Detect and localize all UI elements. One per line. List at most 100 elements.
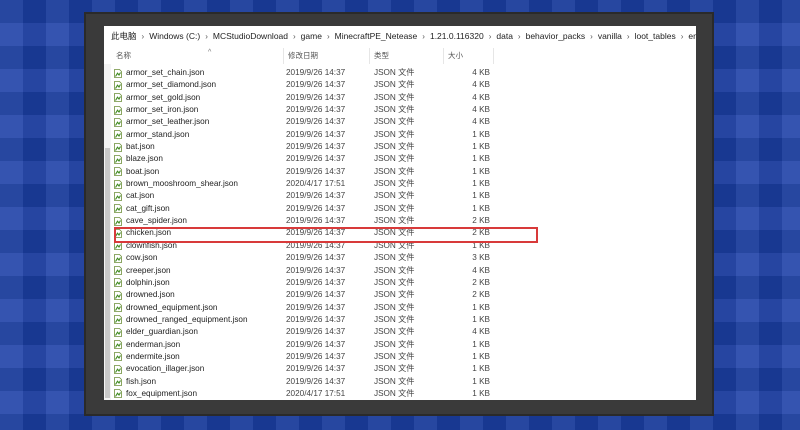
column-header-name[interactable]: 名称 ^ bbox=[112, 48, 284, 64]
file-type: JSON 文件 bbox=[374, 253, 415, 263]
file-type: JSON 文件 bbox=[374, 277, 415, 287]
json-file-icon bbox=[114, 155, 122, 164]
file-type: JSON 文件 bbox=[374, 117, 415, 127]
file-row[interactable]: armor_set_leather.json 2019/9/26 14:37 JSO… bbox=[112, 116, 696, 128]
file-row[interactable]: armor_stand.json 2019/9/26 14:37 JSON 文件 1 … bbox=[112, 129, 696, 141]
file-date: 2019/9/26 14:37 bbox=[286, 105, 346, 115]
file-row[interactable]: armor_set_gold.json 2019/9/26 14:37 JSON 文… bbox=[112, 92, 696, 104]
file-size: 1 KB bbox=[472, 191, 490, 201]
column-header-type[interactable]: 类型 bbox=[370, 48, 444, 64]
file-row[interactable]: armor_set_chain.json 2019/9/26 14:37 JSON … bbox=[112, 67, 696, 79]
chevron-right-icon[interactable]: › bbox=[677, 32, 688, 41]
breadcrumb-item[interactable]: Windows (C:) bbox=[148, 31, 201, 41]
json-file-icon bbox=[114, 179, 122, 189]
file-type: JSON 文件 bbox=[374, 154, 415, 164]
file-name: drowned.json bbox=[126, 290, 175, 300]
file-row[interactable]: blaze.json 2019/9/26 14:37 JSON 文件 1 KB bbox=[112, 153, 696, 165]
file-name: brown_mooshroom_shear.json bbox=[126, 179, 238, 189]
file-name: cat_gift.json bbox=[126, 203, 170, 213]
file-name: armor_set_chain.json bbox=[126, 68, 205, 77]
file-date: 2019/9/26 14:37 bbox=[286, 68, 346, 77]
breadcrumb-item[interactable]: MinecraftPE_Netease bbox=[334, 31, 419, 41]
column-header-date[interactable]: 修改日期 bbox=[284, 48, 370, 64]
file-name: evocation_illager.json bbox=[126, 364, 205, 374]
scrollbar-thumb[interactable] bbox=[105, 148, 110, 398]
file-row[interactable]: boat.json 2019/9/26 14:37 JSON 文件 1 KB bbox=[112, 166, 696, 178]
sort-up-icon: ^ bbox=[208, 49, 212, 56]
file-row[interactable]: bat.json 2019/9/26 14:37 JSON 文件 1 KB bbox=[112, 141, 696, 153]
chevron-right-icon[interactable]: › bbox=[289, 32, 300, 41]
chevron-right-icon[interactable]: › bbox=[586, 32, 597, 41]
breadcrumb-item[interactable]: game bbox=[300, 31, 323, 41]
address-breadcrumb[interactable]: 此电脑 › Windows (C:) › MCStudioDownload › game › M… bbox=[104, 26, 696, 46]
json-file-icon bbox=[114, 216, 122, 226]
file-type: JSON 文件 bbox=[374, 92, 415, 102]
chevron-right-icon[interactable]: › bbox=[623, 32, 634, 41]
file-type: JSON 文件 bbox=[374, 142, 415, 152]
json-file-icon bbox=[114, 352, 122, 362]
breadcrumb-item[interactable]: data bbox=[495, 31, 514, 41]
file-row[interactable]: cat.json 2019/9/26 14:37 JSON 文件 1 KB bbox=[112, 190, 696, 202]
file-row[interactable]: armor_set_iron.json 2019/9/26 14:37 JSON 文… bbox=[112, 104, 696, 116]
file-row[interactable]: drowned_ranged_equipment.json 2019/9/26 1… bbox=[112, 314, 696, 326]
json-file-icon bbox=[114, 303, 122, 312]
file-row[interactable]: cow.json 2019/9/26 14:37 JSON 文件 3 KB bbox=[112, 252, 696, 264]
file-row[interactable]: elder_guardian.json 2019/9/26 14:37 JSON 文… bbox=[112, 326, 696, 338]
chevron-right-icon[interactable]: › bbox=[201, 32, 212, 41]
file-type: JSON 文件 bbox=[374, 302, 415, 312]
file-name: bat.json bbox=[126, 142, 155, 152]
json-file-icon bbox=[114, 377, 122, 386]
file-row[interactable]: fox_equipment.json 2020/4/17 17:51 JSON 文件… bbox=[112, 388, 696, 400]
breadcrumb-item[interactable]: MCStudioDownload bbox=[212, 31, 289, 41]
file-size: 1 KB bbox=[472, 339, 490, 349]
file-name: cave_spider.json bbox=[126, 216, 187, 226]
file-row[interactable]: evocation_illager.json 2019/9/26 14:37 JSO… bbox=[112, 363, 696, 375]
file-name: fish.json bbox=[126, 376, 157, 386]
file-row[interactable]: armor_set_diamond.json 2019/9/26 14:37 JSO… bbox=[112, 79, 696, 91]
file-size: 1 KB bbox=[472, 351, 490, 361]
file-date: 2019/9/26 14:37 bbox=[286, 191, 346, 201]
breadcrumb-item[interactable]: vanilla bbox=[597, 31, 623, 41]
file-row[interactable]: enderman.json 2019/9/26 14:37 JSON 文件 1 KB bbox=[112, 339, 696, 351]
json-file-icon bbox=[114, 266, 122, 275]
column-header-size-label: 大小 bbox=[448, 51, 463, 60]
file-name: dolphin.json bbox=[126, 277, 170, 287]
file-row[interactable]: fish.json 2019/9/26 14:37 JSON 文件 1 KB bbox=[112, 376, 696, 388]
chevron-right-icon[interactable]: › bbox=[418, 32, 429, 41]
file-row[interactable]: cat_gift.json 2019/9/26 14:37 JSON 文件 1 KB bbox=[112, 203, 696, 215]
file-type: JSON 文件 bbox=[374, 191, 415, 201]
file-name: drowned_ranged_equipment.json bbox=[126, 314, 248, 324]
file-size: 1 KB bbox=[472, 129, 490, 139]
chevron-right-icon[interactable]: › bbox=[485, 32, 496, 41]
chevron-right-icon[interactable]: › bbox=[323, 32, 334, 41]
file-type: JSON 文件 bbox=[374, 327, 415, 337]
file-row[interactable]: creeper.json 2019/9/26 14:37 JSON 文件 4 KB bbox=[112, 265, 696, 277]
json-file-icon bbox=[114, 253, 122, 263]
column-header-name-label: 名称 bbox=[116, 51, 131, 60]
breadcrumb-item[interactable]: behavior_packs bbox=[525, 31, 587, 41]
file-size: 4 KB bbox=[472, 80, 490, 90]
file-row[interactable]: drowned.json 2019/9/26 14:37 JSON 文件 2 KB bbox=[112, 289, 696, 301]
file-size: 1 KB bbox=[472, 166, 490, 176]
file-explorer-window: 此电脑 › Windows (C:) › MCStudioDownload › game › M… bbox=[104, 26, 696, 400]
file-size: 1 KB bbox=[472, 179, 490, 189]
file-date: 2019/9/26 14:37 bbox=[286, 80, 346, 90]
column-header-size[interactable]: 大小 bbox=[444, 48, 494, 64]
file-row[interactable]: endermite.json 2019/9/26 14:37 JSON 文件 1 KB bbox=[112, 351, 696, 363]
column-header-date-label: 修改日期 bbox=[288, 51, 318, 60]
chevron-right-icon[interactable]: › bbox=[514, 32, 525, 41]
file-row[interactable]: brown_mooshroom_shear.json 2020/4/17 17:5… bbox=[112, 178, 696, 190]
chevron-right-icon[interactable]: › bbox=[138, 32, 149, 41]
breadcrumb-item[interactable]: 1.21.0.116320 bbox=[429, 31, 485, 41]
breadcrumb-item[interactable]: entities bbox=[687, 31, 696, 41]
file-row[interactable]: cave_spider.json 2019/9/26 14:37 JSON 文件 2 … bbox=[112, 215, 696, 227]
file-name: drowned_equipment.json bbox=[126, 302, 218, 312]
breadcrumb-item[interactable]: 此电脑 bbox=[110, 30, 138, 42]
file-row[interactable]: drowned_equipment.json 2019/9/26 14:37 JSO… bbox=[112, 302, 696, 314]
vertical-scrollbar[interactable] bbox=[104, 64, 111, 400]
breadcrumb-item[interactable]: loot_tables bbox=[634, 31, 677, 41]
file-type: JSON 文件 bbox=[374, 376, 415, 386]
file-type: JSON 文件 bbox=[374, 339, 415, 349]
file-size: 2 KB bbox=[472, 290, 490, 300]
file-row[interactable]: dolphin.json 2019/9/26 14:37 JSON 文件 2 KB bbox=[112, 277, 696, 289]
